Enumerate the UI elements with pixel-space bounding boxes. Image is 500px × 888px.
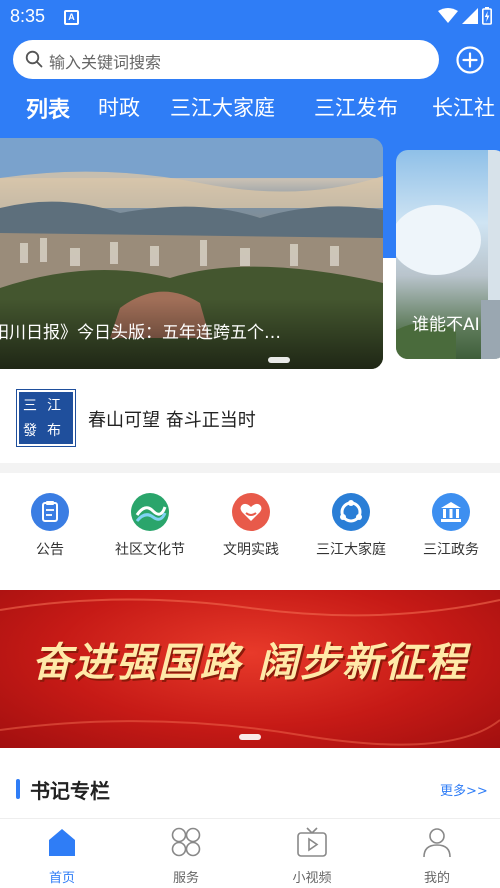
sanjiang-release-logo[interactable]: 三 江 發 布 <box>16 389 76 447</box>
logo-char: 江 <box>47 398 61 414</box>
government-building-icon <box>432 493 470 531</box>
search-bar[interactable]: 输入关键词搜索 <box>13 40 439 79</box>
section-accent-bar <box>16 779 20 799</box>
headline-text[interactable]: 春山可望 奋斗正当时 <box>88 406 256 432</box>
promo-banner[interactable]: 奋进强国路 阔步新征程 <box>0 590 500 748</box>
shortcut-sanjiang-family[interactable]: 三江大家庭 <box>311 493 391 559</box>
notice-clipboard-icon <box>31 493 69 531</box>
video-play-icon <box>297 827 327 857</box>
nav-short-video[interactable]: 小视频 <box>272 825 352 886</box>
heart-hands-icon <box>232 493 270 531</box>
tab-sanjiang-family[interactable]: 三江大家庭 <box>170 92 275 122</box>
shortcut-sanjiang-government[interactable]: 三江政务 <box>411 493 491 559</box>
add-circle-icon[interactable] <box>455 45 485 75</box>
home-icon <box>49 829 75 856</box>
banner-slogan: 奋进强国路 阔步新征程 <box>32 639 468 686</box>
logo-char: 布 <box>47 423 61 439</box>
banner-indicator <box>239 734 261 740</box>
shortcut-notice[interactable]: 公告 <box>10 493 90 559</box>
section-divider <box>0 463 500 473</box>
next-slide-caption: 谁能不AI <box>412 315 480 335</box>
orbit-circle-icon <box>332 493 370 531</box>
tab-list[interactable]: 列表 <box>26 92 70 124</box>
app-screen: 8:35 A 输入关键词搜索 列表 时政 三江大家庭 三江发布 长江社 阳川日报… <box>0 0 500 888</box>
shortcut-civilization-practice[interactable]: 文明实践 <box>211 493 291 559</box>
profile-icon <box>423 828 451 858</box>
bottom-navigation: 首页 服务 小视频 我的 <box>0 818 500 888</box>
carousel-slide[interactable]: 阳川日报》今日头版：五年连跨五个… <box>0 138 383 369</box>
nav-home[interactable]: 首页 <box>22 825 102 886</box>
shortcut-label: 三江大家庭 <box>316 542 386 558</box>
tab-changjiang[interactable]: 长江社 <box>432 92 495 122</box>
slide-caption: 阳川日报》今日头版：五年连跨五个… <box>0 323 281 343</box>
shortcut-community-culture[interactable]: 社区文化节 <box>110 493 190 559</box>
more-link[interactable]: 更多>> <box>440 780 488 799</box>
nav-label: 我的 <box>423 871 450 886</box>
nav-services[interactable]: 服务 <box>146 825 226 886</box>
battery-icon <box>482 7 492 25</box>
shortcut-label: 公告 <box>36 542 64 558</box>
status-bar: 8:35 A <box>0 0 500 36</box>
logo-char: 發 <box>23 423 37 439</box>
logo-char: 三 <box>23 398 37 414</box>
search-icon <box>25 50 43 68</box>
status-icons <box>438 7 492 25</box>
notification-app-icon: A <box>64 10 79 25</box>
status-time: 8:35 <box>10 6 46 26</box>
search-placeholder: 输入关键词搜索 <box>49 53 162 72</box>
nav-label: 小视频 <box>292 871 332 886</box>
nav-label: 服务 <box>172 871 199 886</box>
tab-sanjiang-release[interactable]: 三江发布 <box>314 92 398 122</box>
shortcut-label: 三江政务 <box>423 542 479 558</box>
shortcut-label: 社区文化节 <box>115 542 185 558</box>
channel-tabs: 列表 时政 三江大家庭 三江发布 长江社 <box>0 88 500 128</box>
river-wave-icon <box>131 493 169 531</box>
section-title: 书记专栏 <box>30 779 110 803</box>
nav-label: 首页 <box>48 871 75 886</box>
nav-mine[interactable]: 我的 <box>397 825 477 886</box>
carousel-indicator <box>268 357 290 363</box>
cellular-signal-icon <box>462 8 478 24</box>
services-grid-icon <box>171 827 201 857</box>
wifi-icon <box>438 8 458 23</box>
shortcut-label: 文明实践 <box>223 542 279 558</box>
tab-politics[interactable]: 时政 <box>98 92 140 122</box>
carousel-next-slide[interactable]: 谁能不AI <box>396 150 500 359</box>
